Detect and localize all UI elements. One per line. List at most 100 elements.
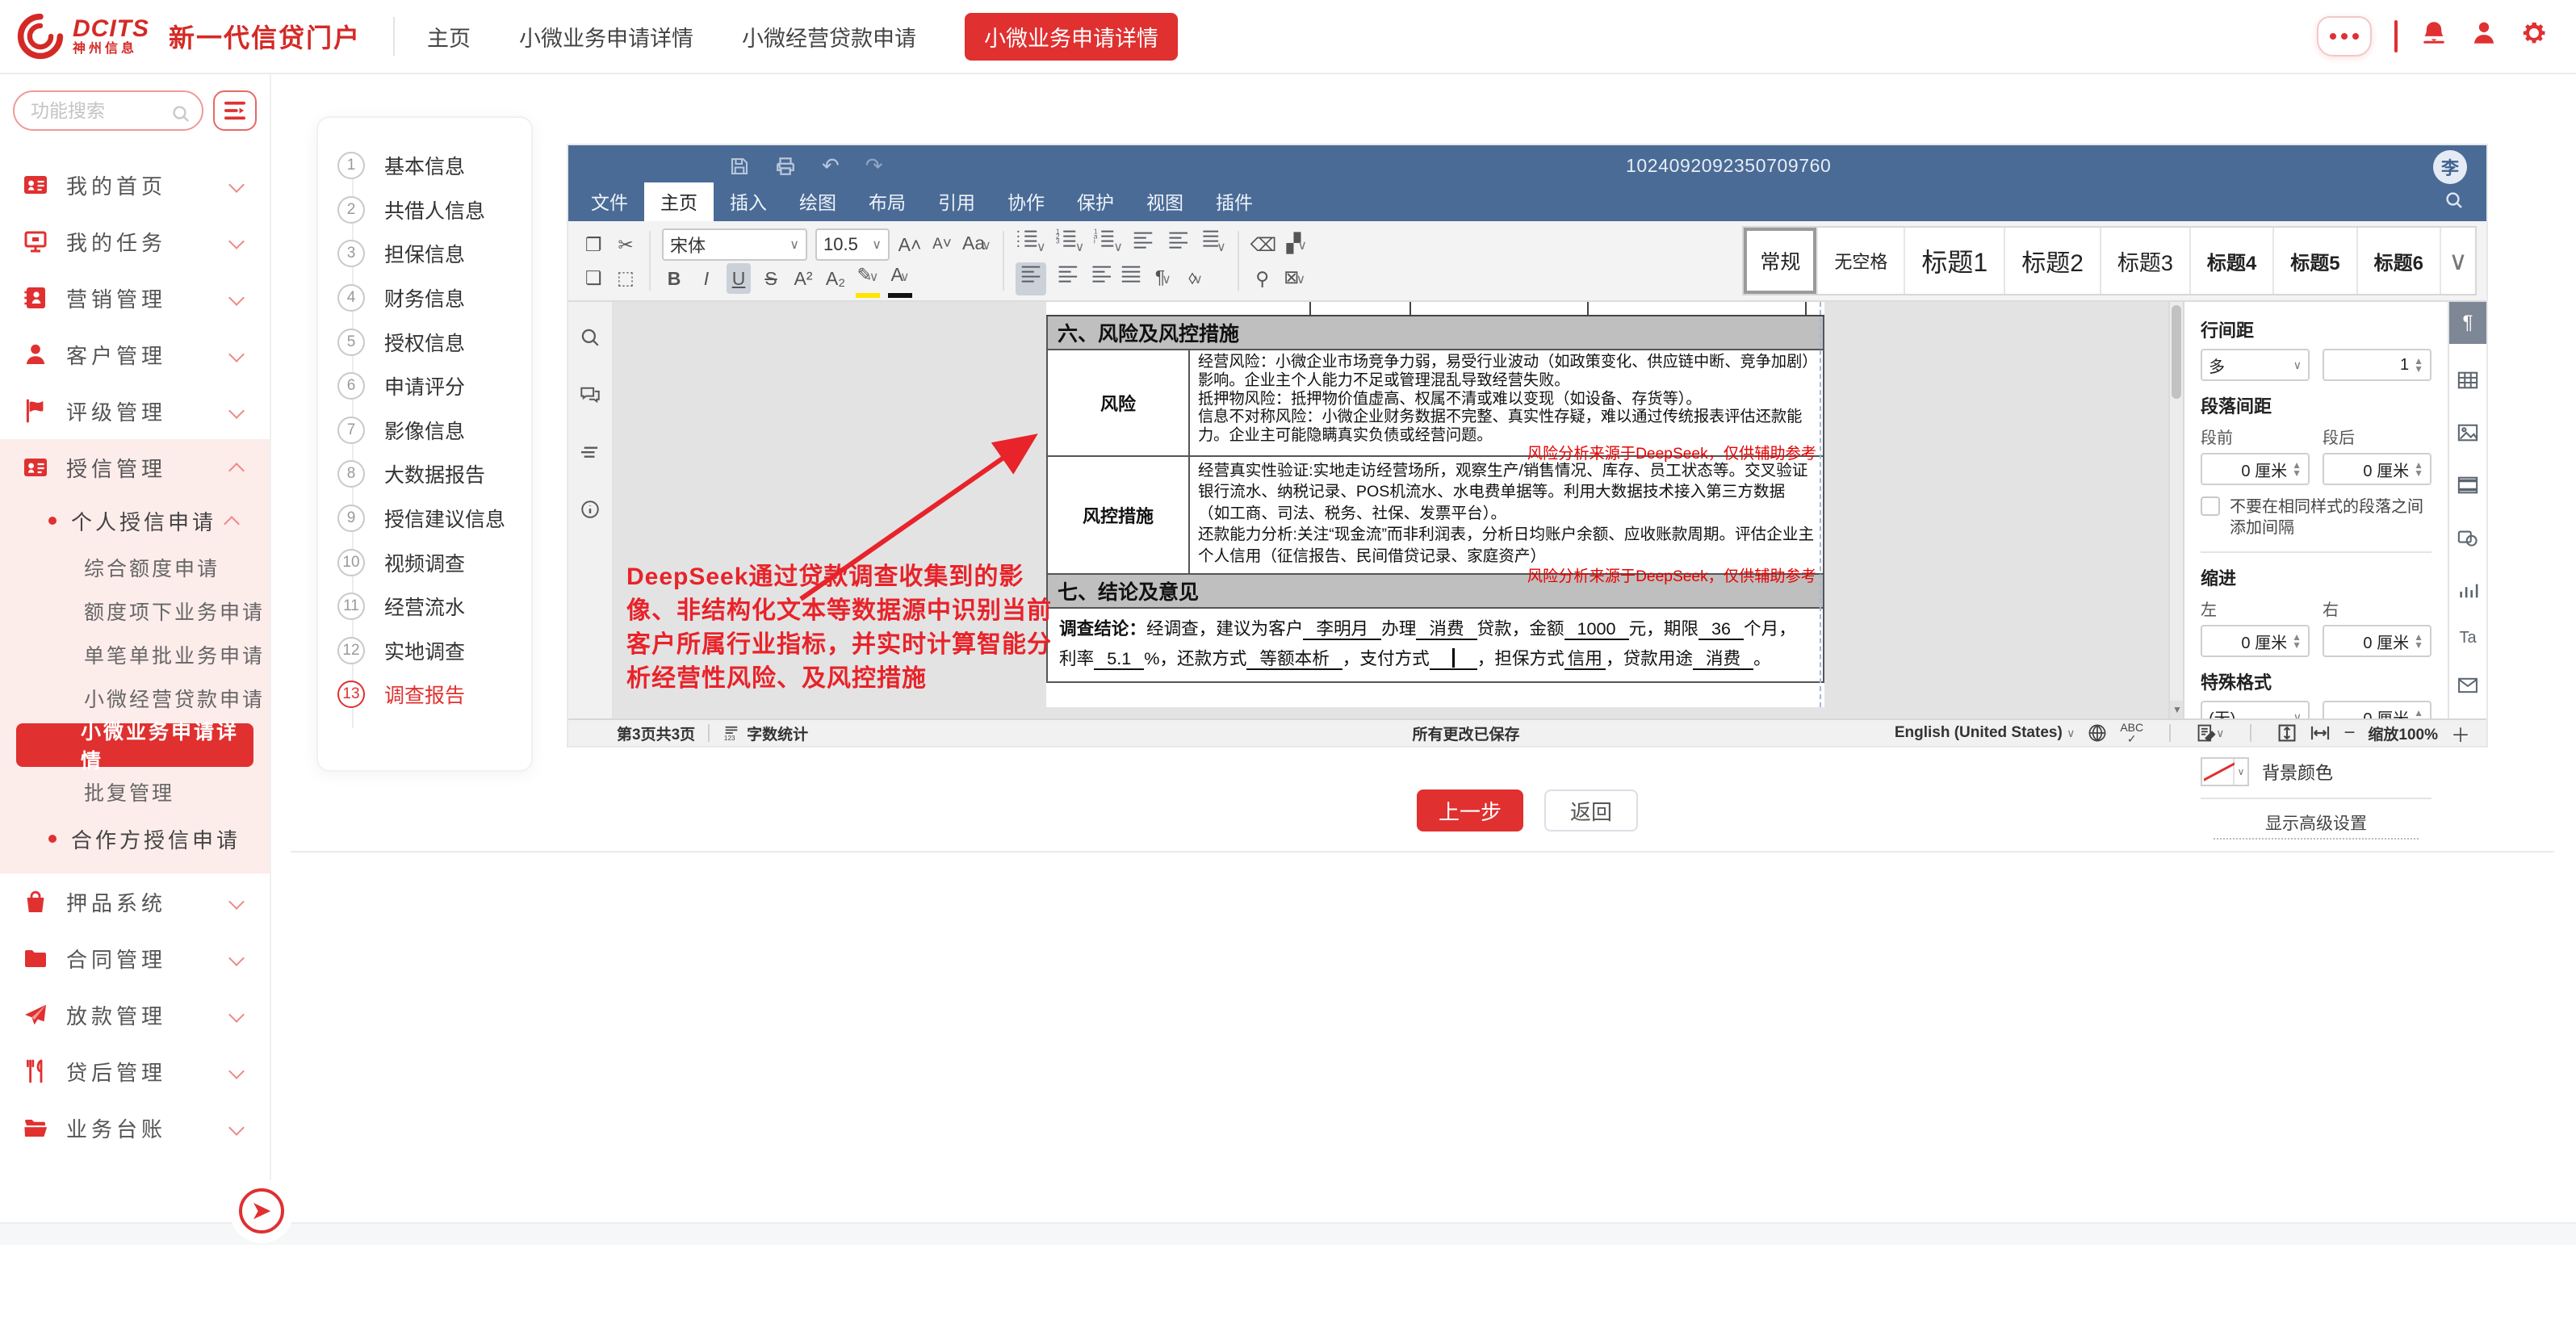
decrease-indent-icon[interactable] (1131, 228, 1155, 262)
shading-icon[interactable]: ⬨∨ (1183, 262, 1208, 295)
grow-font-icon[interactable]: A˄ (898, 229, 922, 260)
step-item[interactable]: 10视频调查 (337, 540, 531, 584)
sidebar-leaf-item[interactable]: 小微业务申请详情 (16, 723, 253, 767)
fill-color-icon[interactable]: ▞∨ (1284, 228, 1309, 262)
paragraph-icon[interactable]: ¶ (2449, 302, 2486, 344)
bullet-list-icon[interactable]: ••••∨ (1016, 227, 1046, 263)
spacing-before-input[interactable]: 0 厘米▲▼ (2201, 453, 2310, 485)
editor-tab[interactable]: 保护 (1061, 182, 1130, 221)
editor-tab[interactable]: 插件 (1200, 182, 1269, 221)
redo-icon[interactable]: ↷ (865, 153, 883, 178)
fit-page-icon[interactable] (2277, 723, 2297, 743)
style-cell[interactable]: 标题5 (2272, 228, 2356, 294)
cut-icon[interactable]: ✂ (614, 229, 638, 260)
editor-tab[interactable]: 布局 (852, 182, 922, 221)
prev-step-button[interactable]: 上一步 (1417, 790, 1523, 831)
font-family-select[interactable]: 宋体∨ (662, 228, 807, 261)
nav-tab[interactable]: 小微业务申请详情 (965, 13, 1178, 61)
multilevel-list-icon[interactable]: 1ai∨ (1092, 227, 1123, 263)
editor-tab[interactable]: 视图 (1130, 182, 1200, 221)
back-button[interactable]: 返回 (1544, 790, 1638, 831)
font-color-icon[interactable]: A∨ (888, 259, 912, 298)
gear-icon[interactable] (2520, 19, 2548, 53)
line-spacing-value[interactable]: 1▲▼ (2323, 349, 2431, 381)
document-scrollbar[interactable]: ▼ (2168, 302, 2183, 718)
nav-tab[interactable]: 主页 (427, 21, 471, 52)
fit-width-icon[interactable] (2310, 725, 2331, 741)
style-cell[interactable]: 标题2 (2004, 228, 2100, 294)
frame-icon[interactable]: ⊠∨ (1283, 262, 1307, 295)
chart-icon[interactable] (2457, 576, 2478, 606)
style-cell[interactable]: 标题4 (2189, 228, 2272, 294)
sidebar-collapse-button[interactable] (213, 90, 257, 131)
step-item[interactable]: 6申请评分 (337, 364, 531, 408)
image-icon[interactable] (2457, 419, 2478, 449)
search-icon[interactable] (580, 325, 601, 354)
sidebar-leaf-item[interactable]: 单笔单批业务申请 (0, 633, 270, 676)
headerfooter-icon[interactable] (2457, 471, 2478, 501)
zoom-out-icon[interactable]: − (2344, 722, 2355, 744)
editor-tab[interactable]: 插入 (714, 182, 783, 221)
sidebar-item[interactable]: 授信管理 (0, 439, 270, 496)
bell-icon[interactable] (2420, 19, 2448, 53)
indent-right-input[interactable]: 0 厘米▲▼ (2323, 625, 2431, 657)
conclusion-paragraph[interactable]: 调查结论：经调查，建议为客户李明月办理消费贷款，金额1000元，期限36个月，利… (1046, 609, 1824, 683)
editor-tab[interactable]: 协作 (991, 182, 1061, 221)
editor-tab[interactable]: 主页 (644, 182, 714, 221)
subscript-icon[interactable]: A₂ (823, 263, 848, 294)
line-spacing-icon[interactable]: ∨ (1196, 227, 1226, 263)
italic-icon[interactable]: I (694, 263, 718, 294)
table-icon[interactable] (2457, 367, 2478, 396)
shrink-font-icon[interactable]: A˅ (930, 229, 954, 260)
step-item[interactable]: 12实地调查 (337, 629, 531, 673)
shapes-icon[interactable] (2457, 524, 2478, 554)
step-item[interactable]: 1基本信息 (337, 144, 531, 188)
step-item[interactable]: 8大数据报告 (337, 452, 531, 496)
styles-more-icon[interactable]: ∨ (2440, 228, 2475, 294)
style-cell[interactable]: 标题3 (2100, 228, 2189, 294)
style-cell[interactable]: 标题1 (1904, 228, 2004, 294)
pilcrow-icon[interactable]: ¶∨ (1151, 262, 1175, 295)
document-page[interactable]: 六、风险及风控措施 风险 经营风险：小微企业市场竞争力弱，易受行业波动（如政策变… (1046, 302, 1824, 707)
copy-icon[interactable]: ❐ (581, 229, 605, 260)
sidebar-item[interactable]: 贷后管理 (0, 1043, 270, 1100)
indent-left-input[interactable]: 0 厘米▲▼ (2201, 625, 2310, 657)
step-item[interactable]: 7影像信息 (337, 408, 531, 453)
sidebar-item[interactable]: 我的任务 (0, 213, 270, 270)
textart-icon[interactable]: Ta (2459, 629, 2476, 647)
step-item[interactable]: 4财务信息 (337, 276, 531, 320)
sidebar-item[interactable]: 我的首页 (0, 157, 270, 213)
strikethrough-icon[interactable]: S (759, 263, 783, 294)
sidebar-leaf-item[interactable]: 小微经营贷款申请 (0, 676, 270, 720)
sidebar-item[interactable]: 合同管理 (0, 930, 270, 986)
feedback-send-button[interactable] (239, 1188, 284, 1234)
sidebar-item[interactable]: 押品系统 (0, 873, 270, 930)
scroll-down-arrow[interactable]: ▼ (2170, 701, 2183, 718)
print-icon[interactable] (775, 156, 796, 177)
sidebar-item[interactable]: 业务台账 (0, 1100, 270, 1156)
language-selector[interactable]: English (United States) ∨ (1895, 724, 2075, 742)
step-item[interactable]: 2共借人信息 (337, 188, 531, 232)
sidebar-item[interactable]: 客户管理 (0, 326, 270, 383)
save-icon[interactable] (730, 157, 749, 176)
editor-tab[interactable]: 绘图 (783, 182, 852, 221)
sidebar-subitem[interactable]: 合作方授信申请 (0, 814, 270, 864)
numbered-list-icon[interactable]: 123∨ (1054, 227, 1085, 263)
sidebar-leaf-item[interactable]: 综合额度申请 (0, 546, 270, 589)
style-cell[interactable]: 无空格 (1816, 228, 1904, 294)
sidebar-leaf-item[interactable]: 额度项下业务申请 (0, 589, 270, 633)
align-right-icon[interactable] (1087, 262, 1111, 295)
outline-icon[interactable] (580, 439, 601, 469)
select-icon[interactable]: ⬚ (614, 262, 638, 293)
superscript-icon[interactable]: A² (791, 263, 815, 294)
nav-tab[interactable]: 小微经营贷款申请 (742, 21, 916, 52)
same-style-checkbox[interactable] (2201, 496, 2220, 516)
sidebar-leaf-item[interactable]: 批复管理 (0, 770, 270, 814)
mailmerge-icon[interactable] (2457, 670, 2478, 700)
undo-icon[interactable]: ↶ (822, 153, 840, 178)
font-size-select[interactable]: 10.5∨ (815, 228, 890, 261)
spacing-after-input[interactable]: 0 厘米▲▼ (2323, 453, 2431, 485)
word-count[interactable]: 字数统计 (747, 723, 808, 744)
more-ellipsis-badge[interactable] (2317, 16, 2372, 57)
nav-tab[interactable]: 小微业务申请详情 (519, 21, 693, 52)
